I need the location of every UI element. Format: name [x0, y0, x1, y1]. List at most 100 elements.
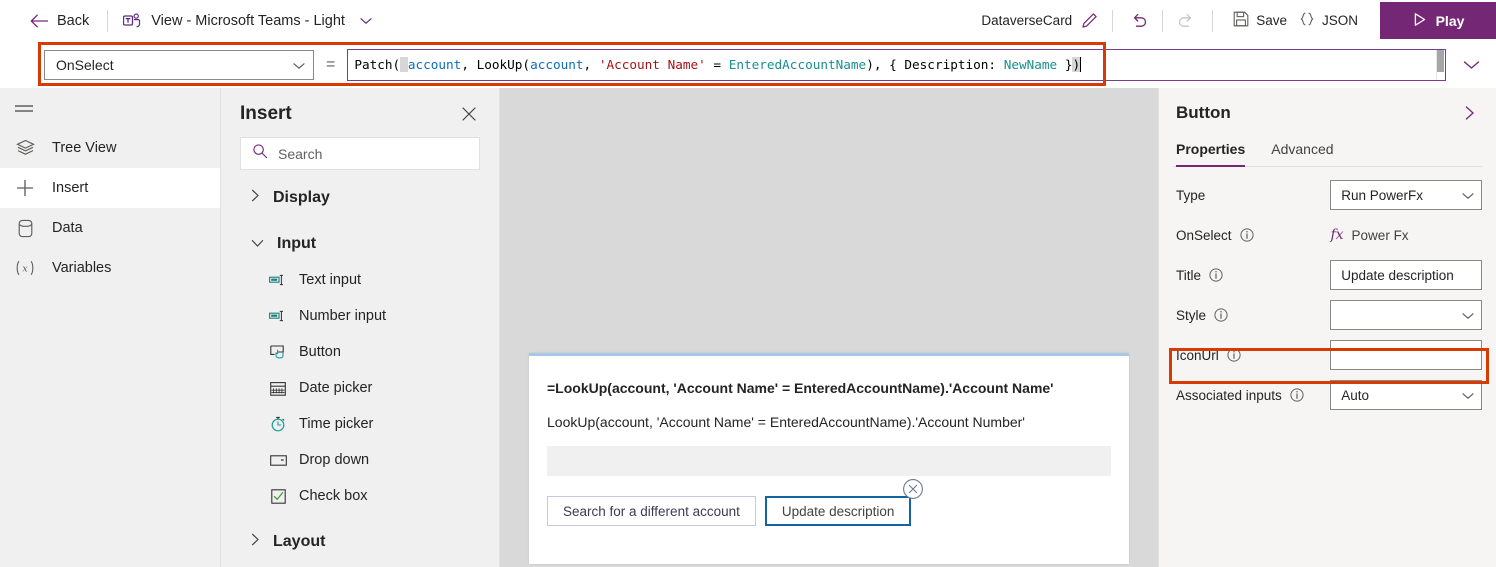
- property-row-iconurl: IconUrl: [1173, 335, 1482, 375]
- insert-group-label: Display: [273, 188, 330, 206]
- property-dropdown-value: OnSelect: [56, 56, 114, 73]
- insert-group-layout[interactable]: Layout: [240, 523, 480, 560]
- json-braces-icon: [1299, 11, 1315, 30]
- insert-panel-title: Insert: [240, 103, 292, 124]
- sidebar-item-variables[interactable]: x Variables: [0, 248, 220, 288]
- type-dropdown-value: Run PowerFx: [1341, 187, 1424, 203]
- card-button-update-description[interactable]: Update description: [764, 496, 912, 526]
- save-label: Save: [1256, 13, 1287, 28]
- card-text-line-1: =LookUp(account, 'Account Name' = Entere…: [547, 380, 1054, 396]
- tab-advanced[interactable]: Advanced: [1271, 134, 1333, 166]
- properties-tabs: Properties Advanced: [1173, 134, 1482, 167]
- insert-item-time-picker[interactable]: Time picker: [240, 406, 480, 442]
- property-label-text: OnSelect: [1176, 227, 1232, 243]
- chevron-right-icon: [251, 189, 260, 207]
- property-label: OnSelect: [1176, 228, 1330, 243]
- card-text-line-2: LookUp(account, 'Account Name' = Entered…: [547, 414, 1025, 430]
- associated-inputs-dropdown[interactable]: Auto: [1330, 380, 1482, 410]
- chevron-right-icon[interactable]: [1461, 102, 1479, 124]
- view-selector[interactable]: View - Microsoft Teams - Light: [123, 13, 372, 29]
- onselect-powerfx-link[interactable]: fx Power Fx: [1330, 227, 1482, 243]
- tab-properties[interactable]: Properties: [1176, 134, 1246, 167]
- pencil-edit-icon[interactable]: [1081, 12, 1098, 29]
- insert-item-label: Drop down: [299, 452, 370, 468]
- info-icon[interactable]: [1239, 228, 1254, 242]
- chevron-right-icon: [251, 533, 260, 551]
- microsoft-teams-icon: [123, 12, 142, 29]
- formula-scrollbar-thumb[interactable]: [1437, 49, 1444, 72]
- search-placeholder: Search: [278, 145, 323, 162]
- save-button[interactable]: Save: [1227, 7, 1293, 34]
- dropdown-icon: [269, 454, 287, 466]
- fx-icon: fx: [1330, 227, 1344, 243]
- properties-panel: Button Properties Advanced Type Run Powe…: [1158, 88, 1496, 567]
- property-dropdown[interactable]: OnSelect: [44, 49, 314, 80]
- calendar-icon: [269, 381, 287, 396]
- json-button[interactable]: JSON: [1293, 7, 1364, 34]
- info-icon[interactable]: [1214, 308, 1228, 322]
- sidebar-item-label: Tree View: [52, 140, 117, 156]
- formula-expand-button[interactable]: [1463, 60, 1480, 70]
- insert-group-label: Layout: [273, 532, 326, 550]
- variable-x-icon: x: [14, 259, 36, 277]
- formula-scrollbar[interactable]: [1436, 49, 1445, 80]
- title-input-value: Update description: [1341, 267, 1454, 283]
- formula-text: Patch( account, LookUp(account, 'Account…: [354, 56, 1082, 72]
- property-row-associated-inputs: Associated inputs Auto: [1173, 375, 1482, 415]
- undo-icon[interactable]: [1127, 9, 1152, 32]
- insert-item-label: Time picker: [299, 416, 374, 432]
- card-name-label: DataverseCard: [981, 13, 1073, 28]
- svg-text:x: x: [22, 264, 28, 275]
- number-input-icon: [269, 310, 287, 322]
- close-icon[interactable]: [458, 103, 480, 125]
- onselect-value: Power Fx: [1351, 227, 1409, 243]
- insert-item-number-input[interactable]: Number input: [240, 298, 480, 334]
- insert-group-input[interactable]: Input: [240, 225, 480, 262]
- title-input[interactable]: Update description: [1330, 260, 1482, 290]
- formula-input[interactable]: Patch( account, LookUp(account, 'Account…: [347, 48, 1446, 81]
- layers-icon: [14, 139, 36, 157]
- iconurl-input[interactable]: [1330, 340, 1482, 370]
- property-row-type: Type Run PowerFx: [1173, 175, 1482, 215]
- property-label-text: Type: [1176, 187, 1206, 203]
- toolbar-divider: [1112, 9, 1114, 32]
- play-triangle-icon: [1412, 12, 1427, 30]
- card-button-search-different-account[interactable]: Search for a different account: [547, 496, 756, 526]
- checkbox-icon: [269, 488, 287, 504]
- sidebar-item-insert[interactable]: Insert: [0, 168, 220, 208]
- type-dropdown[interactable]: Run PowerFx: [1330, 180, 1482, 210]
- chevron-down-icon: [1462, 388, 1474, 403]
- insert-item-check-box[interactable]: Check box: [240, 478, 480, 514]
- property-label: Type: [1176, 188, 1330, 203]
- style-dropdown[interactable]: [1330, 300, 1482, 330]
- search-input[interactable]: Search: [240, 137, 480, 170]
- insert-item-label: Check box: [299, 488, 368, 504]
- property-label-text: Associated inputs: [1176, 387, 1282, 403]
- insert-item-button[interactable]: Button: [240, 334, 480, 370]
- view-title: View - Microsoft Teams - Light: [151, 12, 345, 29]
- sidebar-item-label: Data: [52, 220, 83, 236]
- property-row-title: Title Update description: [1173, 255, 1482, 295]
- redo-icon: [1173, 9, 1198, 32]
- card-button-row: Search for a different account Update de…: [547, 479, 1111, 526]
- card-text-input[interactable]: [547, 446, 1111, 476]
- circle-close-icon[interactable]: [902, 478, 924, 500]
- hamburger-menu-icon[interactable]: [0, 94, 220, 128]
- info-icon[interactable]: [1209, 268, 1223, 282]
- insert-item-drop-down[interactable]: Drop down: [240, 442, 480, 478]
- play-button[interactable]: Play: [1380, 2, 1496, 39]
- insert-group-display[interactable]: Display: [240, 179, 480, 216]
- sidebar-item-data[interactable]: Data: [0, 208, 220, 248]
- info-icon[interactable]: [1290, 388, 1304, 402]
- property-label: Associated inputs: [1176, 388, 1330, 403]
- property-label: IconUrl: [1176, 348, 1330, 363]
- equals-sign: =: [326, 55, 336, 73]
- property-label-text: IconUrl: [1176, 347, 1219, 363]
- sidebar-item-tree-view[interactable]: Tree View: [0, 128, 220, 168]
- insert-item-text-input[interactable]: Text input: [240, 262, 480, 298]
- sidebar-item-label: Variables: [52, 260, 112, 276]
- property-label-text: Title: [1176, 267, 1202, 283]
- back-button[interactable]: Back: [30, 13, 89, 29]
- insert-item-date-picker[interactable]: Date picker: [240, 370, 480, 406]
- info-icon[interactable]: [1227, 348, 1241, 362]
